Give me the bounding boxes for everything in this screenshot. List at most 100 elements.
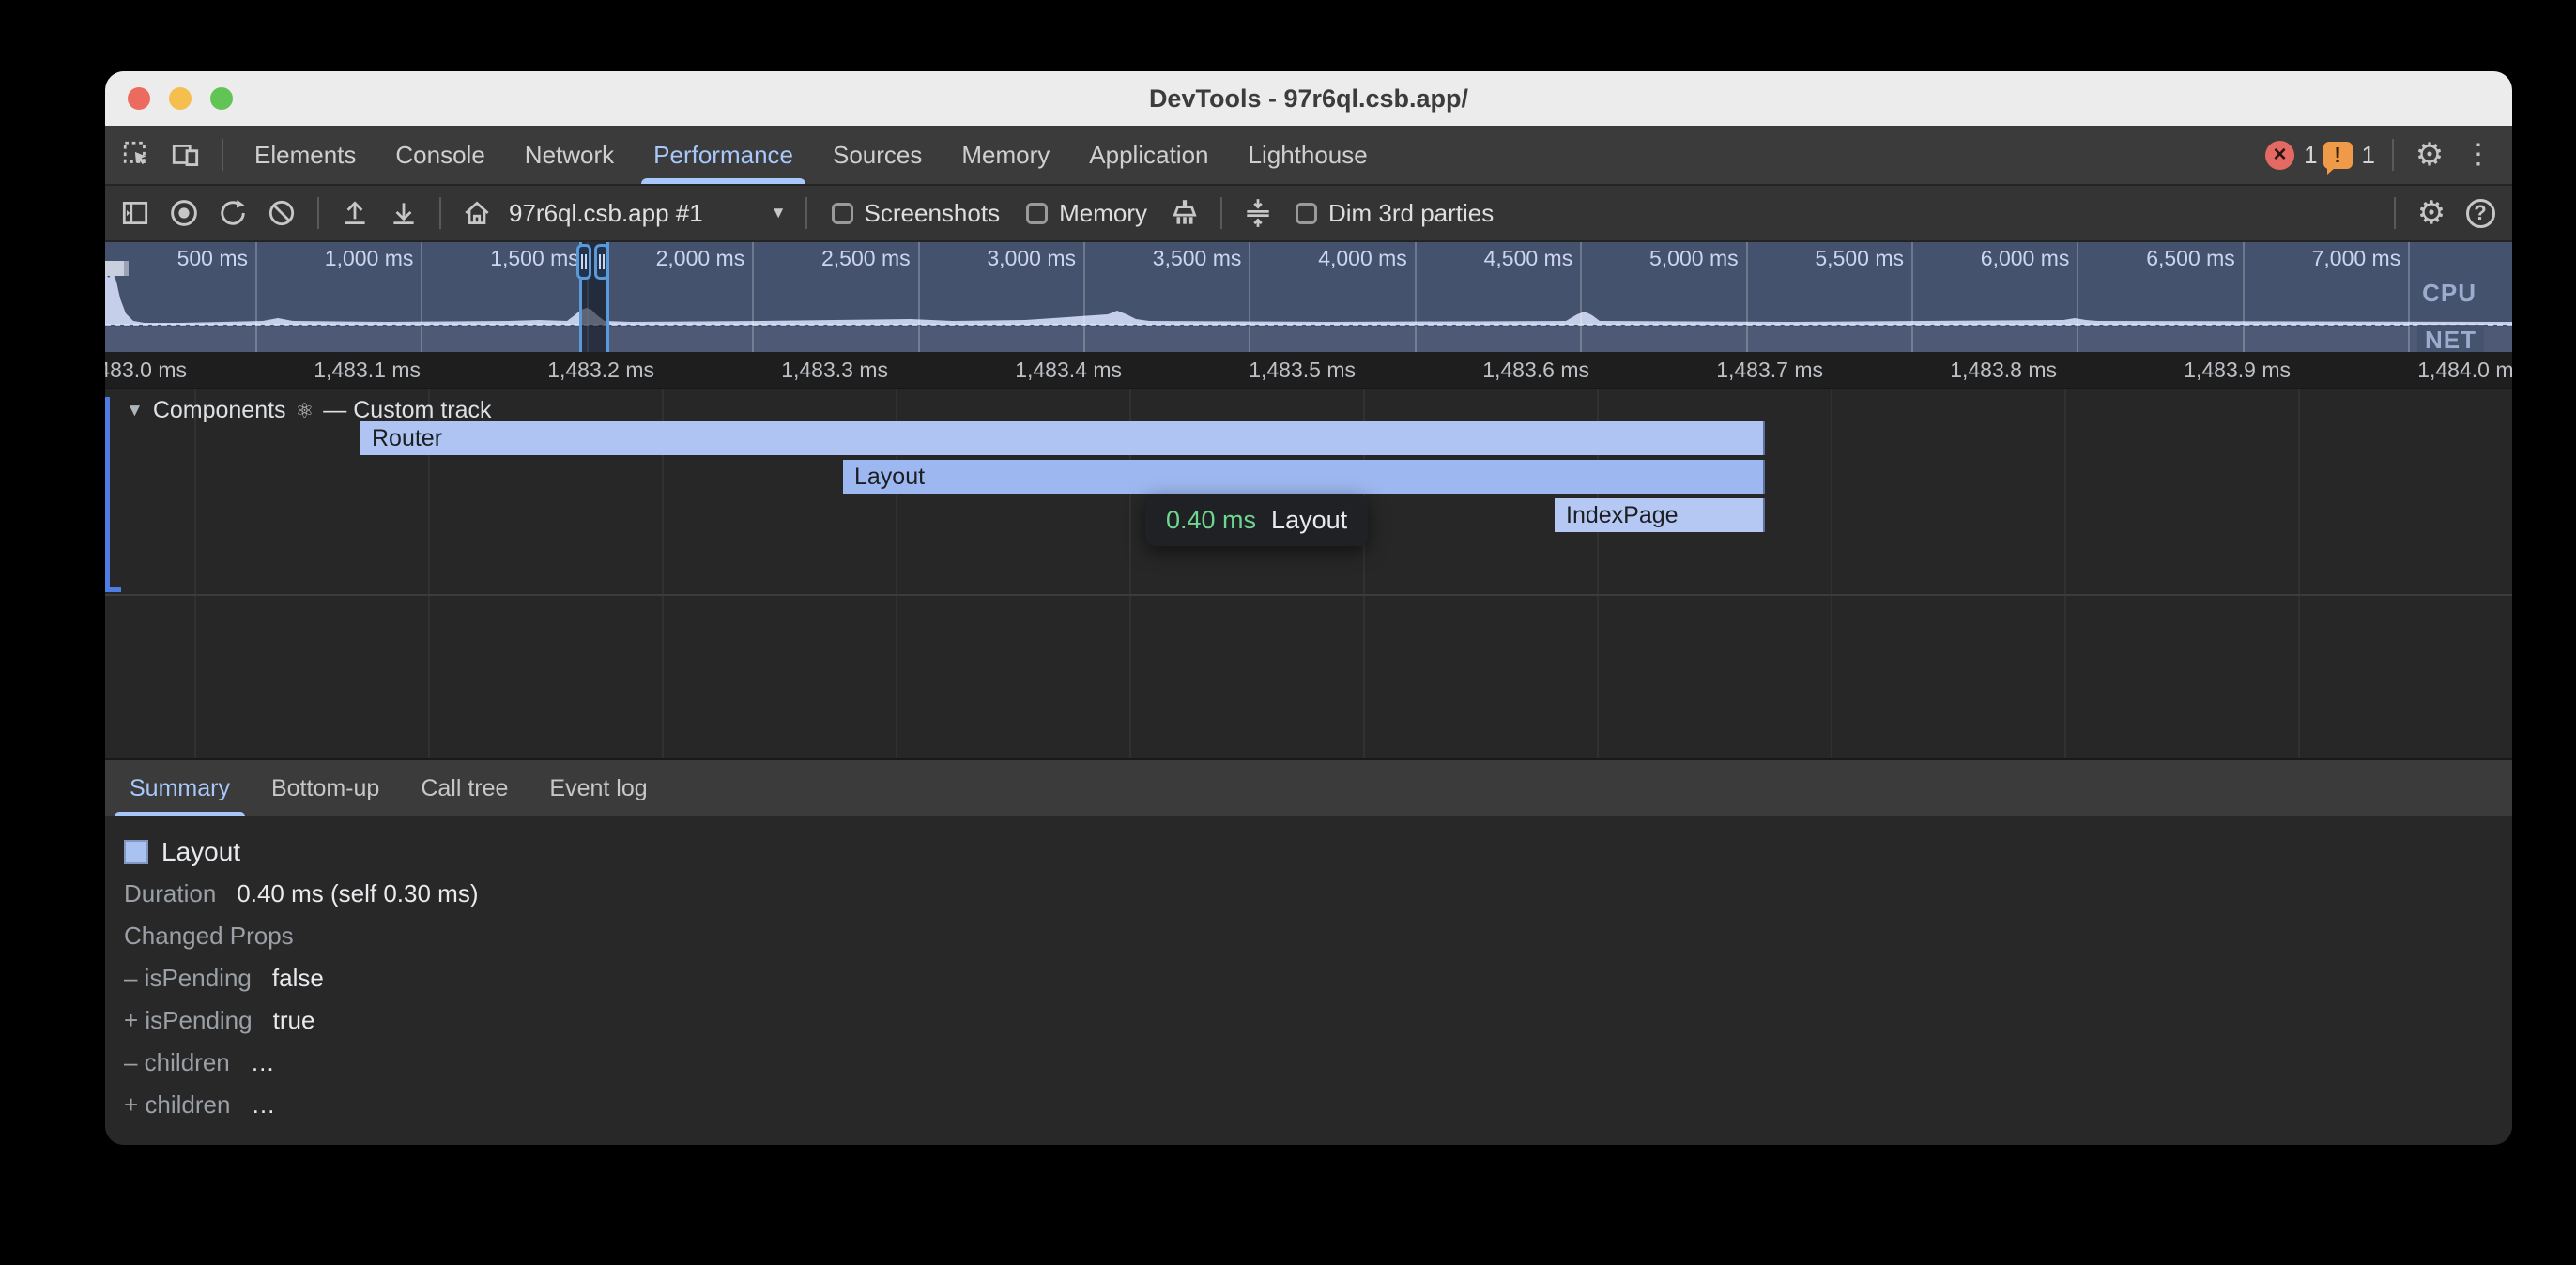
close-window-button[interactable] xyxy=(128,87,150,110)
flame-tooltip: 0.40 ms Layout xyxy=(1145,495,1368,546)
overview-tick-label: 1,000 ms xyxy=(325,246,414,271)
help-icon[interactable]: ? xyxy=(2456,189,2505,237)
overview-gridline xyxy=(918,242,920,352)
ruler-tick-label: 1,483.3 ms xyxy=(781,358,888,383)
window-title: DevTools - 97r6ql.csb.app/ xyxy=(1149,84,1468,114)
track-kind: — Custom track xyxy=(323,397,491,424)
tab-network[interactable]: Network xyxy=(505,126,634,184)
summary-row: Changed Props xyxy=(124,915,2512,957)
flame-chart[interactable]: ▼ Components ⚛ — Custom track Router Layo… xyxy=(105,389,2512,758)
divider xyxy=(2394,197,2396,229)
flame-bar-router[interactable]: Router xyxy=(360,421,1765,455)
divider xyxy=(2392,139,2394,171)
divider xyxy=(805,197,807,229)
collect-garbage-icon[interactable] xyxy=(1160,189,1209,237)
device-toolbar-icon[interactable] xyxy=(161,130,210,179)
tab-console[interactable]: Console xyxy=(376,126,504,184)
issues-icon: ! xyxy=(2323,142,2353,169)
overview-gridline xyxy=(255,242,257,352)
net-lane-label: NET xyxy=(2417,325,2484,352)
overview-tick-label: 5,500 ms xyxy=(1815,246,1904,271)
chevron-down-icon: ▼ xyxy=(771,204,787,222)
divider xyxy=(317,197,319,229)
inspect-element-icon[interactable] xyxy=(113,130,161,179)
settings-gear-icon[interactable]: ⚙ xyxy=(2405,130,2454,179)
tab-summary[interactable]: Summary xyxy=(109,760,251,816)
overview-gridline xyxy=(2243,242,2245,352)
flame-bar-indexpage[interactable]: IndexPage xyxy=(1555,498,1765,532)
track-divider xyxy=(105,594,2512,596)
home-icon[interactable] xyxy=(452,189,501,237)
timeline-overview[interactable]: 500 ms1,000 ms1,500 ms2,000 ms2,500 ms3,… xyxy=(105,242,2512,352)
ruler-tick-label: 1,483.8 ms xyxy=(1950,358,2057,383)
tab-elements[interactable]: Elements xyxy=(235,126,376,184)
record-icon[interactable] xyxy=(160,189,208,237)
checkbox-label: Screenshots xyxy=(865,199,1001,228)
minimize-window-button[interactable] xyxy=(169,87,192,110)
summary-row-value: … xyxy=(251,1048,275,1077)
error-icon: × xyxy=(2265,141,2294,170)
screenshots-checkbox[interactable]: Screenshots xyxy=(832,199,1001,228)
tab-call-tree[interactable]: Call tree xyxy=(400,760,529,816)
performance-toolbar: 97r6ql.csb.app #1 ▼ Screenshots Memory xyxy=(105,186,2512,242)
tooltip-name: Layout xyxy=(1271,506,1347,535)
tab-application[interactable]: Application xyxy=(1069,126,1228,184)
zoom-window-button[interactable] xyxy=(210,87,233,110)
collapse-triangle-icon[interactable]: ▼ xyxy=(126,401,144,421)
overview-tick-label: 7,000 ms xyxy=(2312,246,2401,271)
track-selection-bracket xyxy=(105,397,110,592)
selection-handle-right[interactable] xyxy=(594,244,609,280)
track-header[interactable]: ▼ Components ⚛ — Custom track xyxy=(126,397,492,424)
tab-sources[interactable]: Sources xyxy=(813,126,942,184)
record-and-reload-icon[interactable] xyxy=(208,189,257,237)
network-strip xyxy=(105,327,2512,352)
toggle-sidebar-icon[interactable] xyxy=(111,189,160,237)
clear-icon[interactable] xyxy=(257,189,306,237)
flame-gridline xyxy=(1831,389,1832,758)
tab-event-log[interactable]: Event log xyxy=(529,760,667,816)
checkbox-label: Memory xyxy=(1059,199,1147,228)
overview-gridline xyxy=(421,242,422,352)
overview-gridline xyxy=(752,242,754,352)
ruler-tick-label: 1,483.2 ms xyxy=(547,358,654,383)
title-bar[interactable]: DevTools - 97r6ql.csb.app/ xyxy=(105,71,2512,126)
cpu-lane-label: CPU xyxy=(2415,278,2484,309)
divider xyxy=(439,197,441,229)
checkbox-label: Dim 3rd parties xyxy=(1328,199,1494,228)
tab-memory[interactable]: Memory xyxy=(942,126,1069,184)
summary-row: + isPendingtrue xyxy=(124,999,2512,1042)
overview-gridline xyxy=(1083,242,1085,352)
download-profile-icon[interactable] xyxy=(379,189,428,237)
collapse-sections-icon[interactable] xyxy=(1234,189,1282,237)
time-ruler[interactable]: 1,483.0 ms1,483.1 ms1,483.2 ms1,483.3 ms… xyxy=(105,352,2512,389)
ruler-tick-label: 1,483.4 ms xyxy=(1015,358,1122,383)
summary-row-value: false xyxy=(272,964,324,993)
checkbox-box xyxy=(1296,203,1317,224)
kebab-menu-icon[interactable]: ⋮ xyxy=(2454,130,2503,179)
overview-tick-label: 2,000 ms xyxy=(656,246,745,271)
issue-count: 1 xyxy=(2362,141,2375,170)
summary-row-label: + isPending xyxy=(124,1006,253,1035)
summary-row-label: – children xyxy=(124,1048,230,1077)
ruler-tick-label: 1,483.7 ms xyxy=(1716,358,1823,383)
cpu-baseline xyxy=(105,324,2512,326)
cpu-activity-chart xyxy=(105,267,2512,325)
overview-gridline xyxy=(1911,242,1913,352)
scope-selector[interactable]: 97r6ql.csb.app #1 ▼ xyxy=(509,199,787,228)
summary-title: Layout xyxy=(161,837,240,867)
selection-handle-left[interactable] xyxy=(576,244,591,280)
scope-label: 97r6ql.csb.app #1 xyxy=(509,199,703,228)
tab-performance[interactable]: Performance xyxy=(634,126,813,184)
checkbox-box xyxy=(1026,203,1048,224)
flame-bar-layout[interactable]: Layout xyxy=(843,460,1765,494)
overview-tick-label: 500 ms xyxy=(177,246,248,271)
memory-checkbox[interactable]: Memory xyxy=(1026,199,1147,228)
tab-lighthouse[interactable]: Lighthouse xyxy=(1229,126,1388,184)
dim-3rd-parties-checkbox[interactable]: Dim 3rd parties xyxy=(1296,199,1494,228)
issues-badge[interactable]: ! 1 xyxy=(2323,141,2375,170)
summary-title-row: Layout xyxy=(124,831,2512,873)
performance-settings-gear-icon[interactable]: ⚙ xyxy=(2407,189,2456,237)
upload-profile-icon[interactable] xyxy=(330,189,379,237)
tab-bottom-up[interactable]: Bottom-up xyxy=(251,760,400,816)
error-badge[interactable]: × 1 xyxy=(2265,141,2317,170)
